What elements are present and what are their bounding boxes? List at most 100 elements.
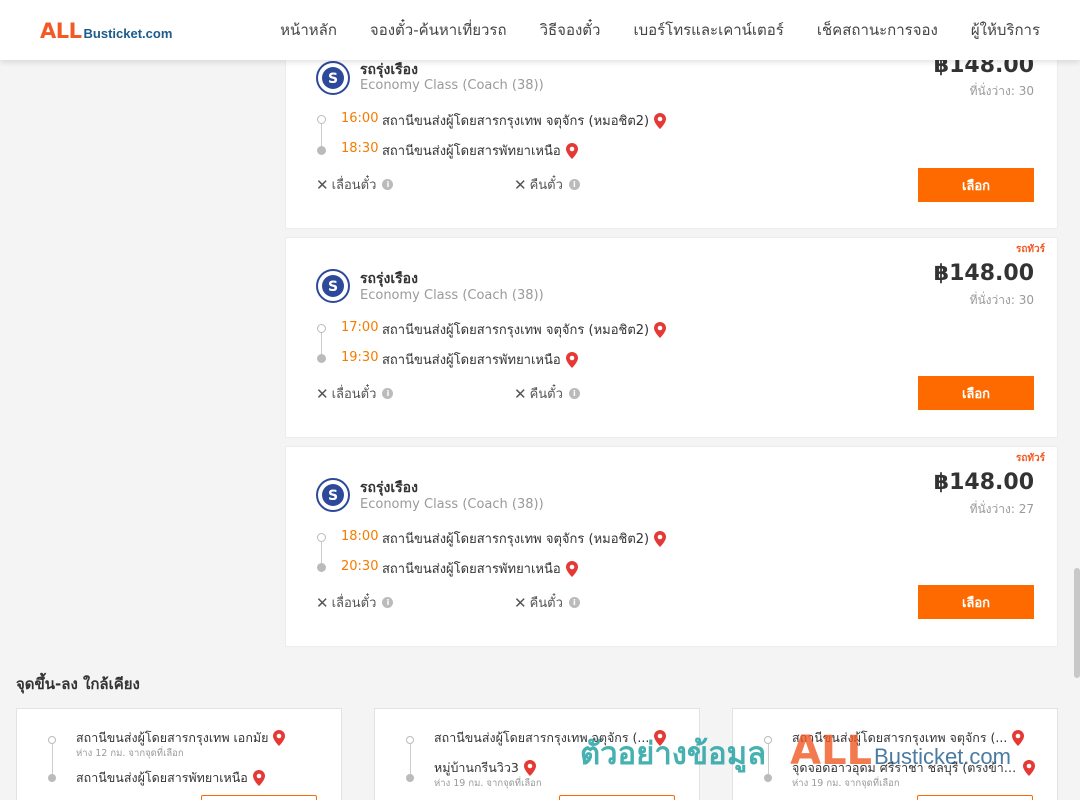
- map-pin-icon[interactable]: [565, 351, 578, 368]
- bus-type-tag: รถทัวร์: [1015, 453, 1045, 464]
- nearby-from-name: สถานีขนส่งผู้โดยสารกรุงเทพ เอกมัย: [76, 730, 269, 745]
- bus-class: Economy Class (Coach (38)): [360, 497, 544, 512]
- nav-home[interactable]: หน้าหลัก: [280, 18, 337, 42]
- nearby-route-card[interactable]: สถานีขนส่งผู้โดยสารกรุงเทพ จตุจักร (... …: [732, 708, 1058, 800]
- timeline-line: [321, 124, 322, 146]
- nearby-to-name: สถานีขนส่งผู้โดยสารพัทยาเหนือ: [76, 770, 248, 785]
- depart-station-name: สถานีขนส่งผู้โดยสารกรุงเทพ จตุจักร (หมอช…: [382, 323, 650, 338]
- arrive-time: 20:30: [341, 559, 379, 574]
- timeline-line: [410, 744, 411, 774]
- seats-available: ที่นั่งว่าง: 30: [969, 293, 1034, 307]
- map-pin-icon[interactable]: [654, 321, 667, 338]
- info-icon[interactable]: i: [568, 597, 580, 608]
- nearby-to-name: จุดจอดอาวอุดม ศรีราชา ชลบุรี (ตรงข้าม...: [792, 760, 1018, 775]
- trip-card: รถทัวร์ S รถรุ่งเรือง Economy Class (Coa…: [285, 446, 1058, 647]
- timeline-start-dot: [406, 736, 414, 744]
- nearby-to: หมู่บ้านกรีนวิว3: [434, 758, 536, 778]
- depart-time: 18:00: [341, 529, 379, 544]
- depart-time: 16:00: [341, 111, 379, 126]
- nearby-to-distance: ห่าง 19 กม. จากจุดที่เลือก: [792, 778, 900, 789]
- timeline-start-dot: [317, 115, 326, 124]
- trip-card: รถทัวร์ S รถรุ่งเรือง Economy Class (Coa…: [285, 237, 1058, 438]
- depart-station: สถานีขนส่งผู้โดยสารกรุงเทพ จตุจักร (หมอช…: [382, 319, 667, 340]
- map-pin-icon[interactable]: [252, 770, 265, 786]
- info-icon[interactable]: i: [382, 179, 394, 190]
- logo-all-text: ALL: [40, 19, 82, 43]
- timeline-start-dot: [317, 533, 326, 542]
- nearby-from-name: สถานีขนส่งผู้โดยสารกรุงเทพ จตุจักร (...: [434, 730, 650, 745]
- nearby-from-name: สถานีขนส่งผู้โดยสารกรุงเทพ จตุจักร (...: [792, 730, 1008, 745]
- nearby-from-distance: ห่าง 12 กม. จากจุดที่เลือก: [76, 748, 184, 759]
- map-pin-icon[interactable]: [654, 530, 667, 547]
- nav-operators[interactable]: ผู้ให้บริการ: [971, 18, 1040, 42]
- map-pin-icon[interactable]: [654, 112, 667, 129]
- select-trip-button[interactable]: เลือก: [918, 376, 1034, 410]
- arrive-time: 18:30: [341, 141, 379, 156]
- nearby-route-card[interactable]: สถานีขนส่งผู้โดยสารกรุงเทพ จตุจักร (... …: [374, 708, 700, 800]
- operator-logo-icon: S: [316, 269, 350, 303]
- timeline-line: [321, 542, 322, 563]
- depart-station-name: สถานีขนส่งผู้โดยสารกรุงเทพ จตุจักร (หมอช…: [382, 114, 650, 129]
- policy-refund: ✕ คืนตั๋ว i: [514, 383, 580, 404]
- info-icon[interactable]: i: [382, 597, 394, 608]
- policy-refund: ✕ คืนตั๋ว i: [514, 592, 580, 613]
- map-pin-icon[interactable]: [565, 560, 578, 577]
- main-nav: หน้าหลัก จองตั๋ว-ค้นหาเที่ยวรถ วิธีจองตั…: [280, 0, 1040, 60]
- arrive-station: สถานีขนส่งผู้โดยสารพัทยาเหนือ: [382, 349, 578, 370]
- nav-contact-counters[interactable]: เบอร์โทรและเคาน์เตอร์: [633, 18, 783, 42]
- nav-how-to-book[interactable]: วิธีจองตั๋ว: [540, 18, 601, 42]
- policy-refund-label: คืนตั๋ว: [529, 596, 563, 611]
- policy-change-label: เลื่อนตั๋ว: [331, 387, 377, 402]
- select-trip-button[interactable]: เลือก: [918, 585, 1034, 619]
- site-logo[interactable]: ALL Busticket.com: [40, 19, 172, 43]
- nav-book-search[interactable]: จองตั๋ว-ค้นหาเที่ยวรถ: [370, 18, 507, 42]
- operator-logo-icon: S: [316, 478, 350, 512]
- trip-price: ฿148.00: [933, 470, 1034, 495]
- policy-change: ✕ เลื่อนตั๋ว i: [316, 592, 394, 613]
- svg-text:S: S: [328, 488, 338, 504]
- timeline-start-dot: [764, 736, 772, 744]
- nav-check-booking[interactable]: เช็คสถานะการจอง: [817, 18, 938, 42]
- depart-station: สถานีขนส่งผู้โดยสารกรุงเทพ จตุจักร (หมอช…: [382, 110, 667, 131]
- nearby-select-button[interactable]: [201, 795, 317, 800]
- map-pin-icon[interactable]: [654, 730, 667, 746]
- map-pin-icon[interactable]: [1023, 760, 1035, 776]
- policy-refund-label: คืนตั๋ว: [529, 387, 563, 402]
- close-icon: ✕: [316, 384, 329, 403]
- map-pin-icon[interactable]: [273, 730, 286, 746]
- map-pin-icon[interactable]: [565, 142, 578, 159]
- operator-name: รถรุ่งเรือง: [360, 480, 418, 496]
- operator-name: รถรุ่งเรือง: [360, 271, 418, 287]
- timeline-end-dot: [406, 774, 414, 782]
- nearby-select-button[interactable]: [559, 795, 675, 800]
- bus-type-tag: รถทัวร์: [1015, 244, 1045, 255]
- info-icon[interactable]: i: [568, 179, 580, 190]
- nearby-to-name: หมู่บ้านกรีนวิว3: [434, 760, 519, 775]
- info-icon[interactable]: i: [568, 388, 580, 399]
- timeline-start-dot: [317, 324, 326, 333]
- timeline-end-dot: [317, 146, 326, 155]
- nearby-route-card[interactable]: สถานีขนส่งผู้โดยสารกรุงเทพ เอกมัย ห่าง 1…: [16, 708, 342, 800]
- close-icon: ✕: [514, 593, 527, 612]
- policy-change: ✕ เลื่อนตั๋ว i: [316, 174, 394, 195]
- policy-refund: ✕ คืนตั๋ว i: [514, 174, 580, 195]
- depart-time: 17:00: [341, 320, 379, 335]
- timeline-line: [321, 333, 322, 354]
- info-icon[interactable]: i: [382, 388, 394, 399]
- arrive-station: สถานีขนส่งผู้โดยสารพัทยาเหนือ: [382, 558, 578, 579]
- site-header: ALL Busticket.com หน้าหลัก จองตั๋ว-ค้นหา…: [0, 0, 1080, 60]
- timeline-end-dot: [317, 354, 326, 363]
- operator-logo-icon: S: [316, 61, 350, 95]
- policy-change-label: เลื่อนตั๋ว: [331, 596, 377, 611]
- timeline-start-dot: [48, 736, 56, 744]
- nearby-from: สถานีขนส่งผู้โดยสารกรุงเทพ จตุจักร (...: [792, 728, 1025, 748]
- page-scrollbar[interactable]: [1074, 568, 1080, 678]
- nearby-from: สถานีขนส่งผู้โดยสารกรุงเทพ จตุจักร (...: [434, 728, 667, 748]
- map-pin-icon[interactable]: [1012, 730, 1025, 746]
- arrive-station-name: สถานีขนส่งผู้โดยสารพัทยาเหนือ: [382, 562, 561, 577]
- map-pin-icon[interactable]: [523, 760, 536, 776]
- select-trip-button[interactable]: เลือก: [918, 168, 1034, 202]
- nearby-select-button[interactable]: [917, 795, 1033, 800]
- seats-available: ที่นั่งว่าง: 30: [969, 84, 1034, 98]
- close-icon: ✕: [514, 384, 527, 403]
